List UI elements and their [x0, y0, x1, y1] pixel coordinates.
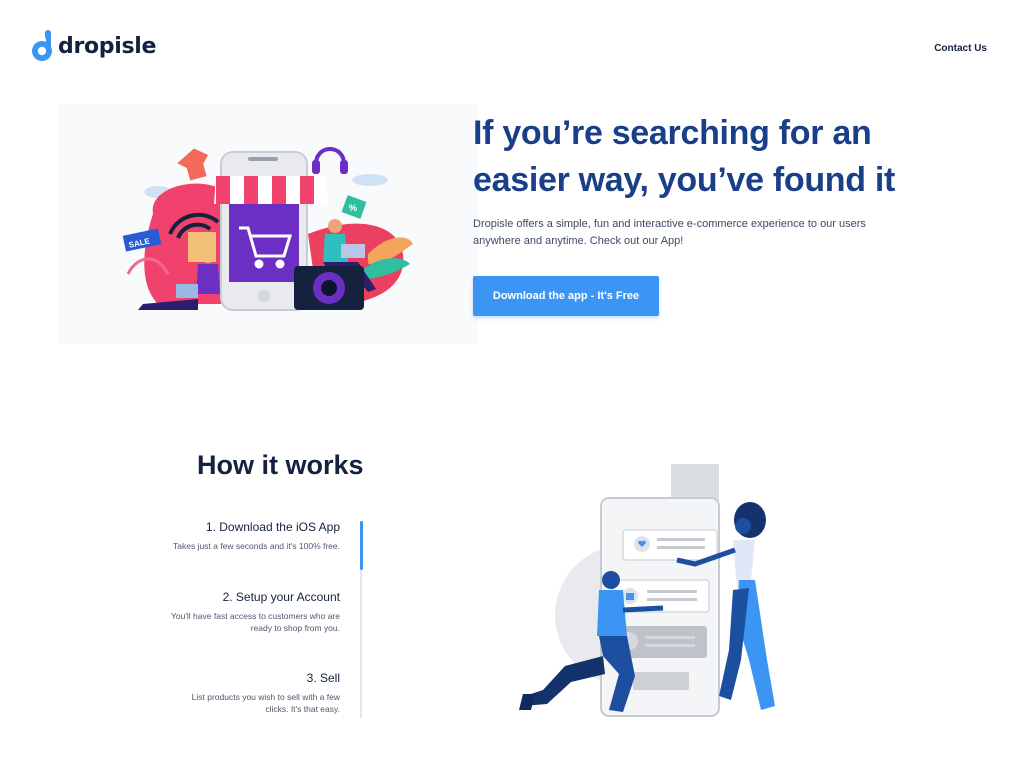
step-item-setup[interactable]: 2. Setup your Account You'll have fast a…: [165, 590, 340, 634]
hero-title: If you’re searching for an easier way, y…: [473, 114, 896, 199]
download-app-button[interactable]: Download the app - It's Free: [473, 276, 659, 316]
step-title: 3. Sell: [306, 671, 340, 685]
logo[interactable]: dropisle: [32, 30, 156, 62]
step-description: Takes just a few seconds and it's 100% f…: [173, 541, 340, 551]
step-description: You'll have fast access to customers who…: [170, 611, 340, 633]
how-it-works-title: How it works: [197, 450, 364, 480]
percent-tag-label: %: [349, 203, 357, 213]
logo-mark-icon: [32, 30, 52, 61]
logo-text: dropisle: [58, 33, 157, 59]
contact-us-link[interactable]: Contact Us: [934, 43, 987, 54]
step-title: 2. Setup your Account: [222, 590, 340, 604]
step-item-sell[interactable]: 3. Sell List products you wish to sell w…: [180, 671, 340, 715]
steps-progress-indicator: [360, 521, 363, 570]
hero-description: Dropisle offers a simple, fun and intera…: [473, 218, 866, 247]
step-title: 1. Download the iOS App: [205, 520, 340, 534]
hero-illustration: SALE %: [58, 104, 478, 344]
step-description: List products you wish to sell with a fe…: [191, 692, 340, 714]
how-it-works-illustration: [505, 460, 795, 730]
step-item-download[interactable]: 1. Download the iOS App Takes just a few…: [160, 520, 340, 552]
